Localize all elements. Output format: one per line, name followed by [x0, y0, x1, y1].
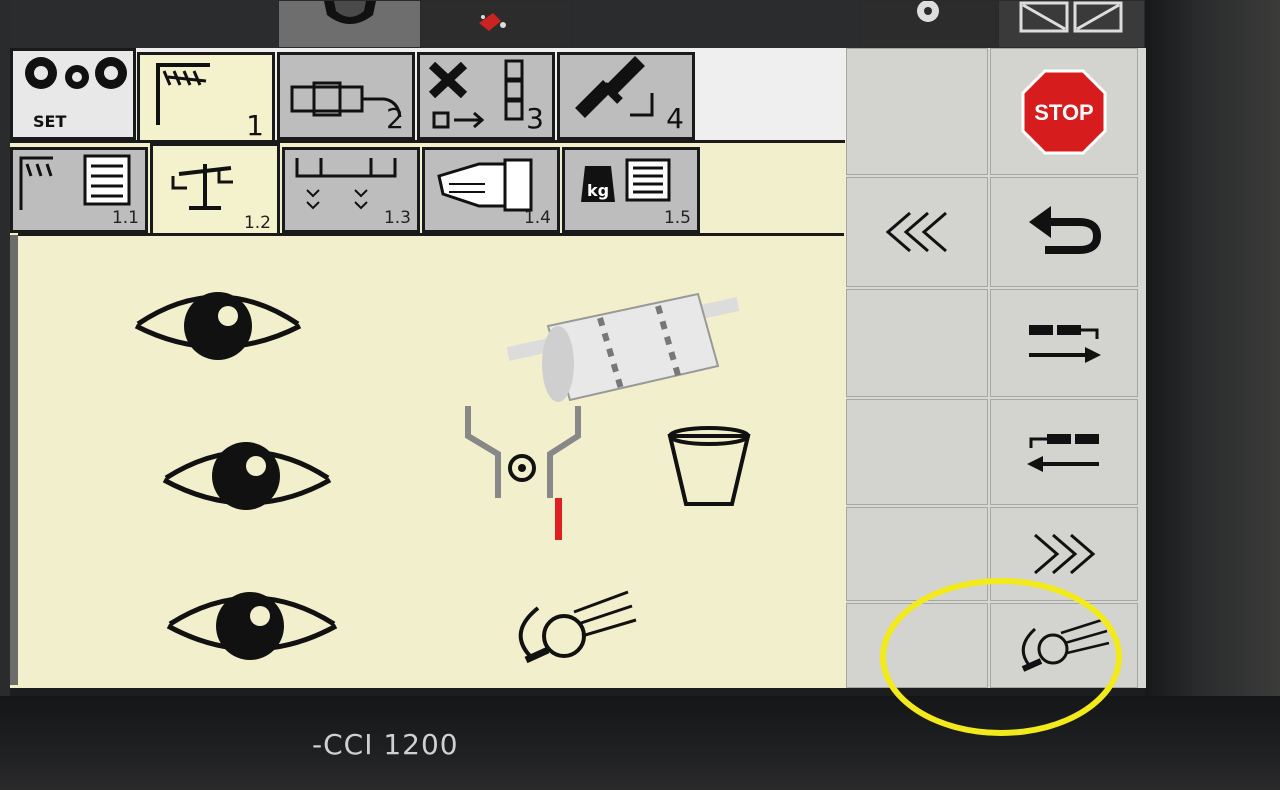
main-tab-bar: SET 1 2 3 4: [10, 48, 848, 144]
calibrate-spinner-icon[interactable]: [518, 590, 637, 664]
content-icons: [134, 292, 751, 664]
subtab-weight[interactable]: kg 1.5: [562, 147, 700, 233]
subtab-crop-list[interactable]: 1.1: [10, 147, 148, 233]
tab-set[interactable]: SET: [10, 48, 136, 140]
photo-left-edge: [10, 235, 18, 685]
shift-left-button[interactable]: [990, 399, 1138, 505]
tab-gps-number: 4: [666, 102, 684, 135]
subtab-bins[interactable]: 1.3: [282, 147, 420, 233]
tab-sensor-number: 2: [386, 102, 404, 135]
subtab-manual[interactable]: 1.4: [422, 147, 560, 233]
kg-label: kg: [587, 181, 609, 200]
tab-crop[interactable]: 1: [137, 52, 275, 144]
tab-crop-number: 1: [246, 109, 264, 142]
rewind-button[interactable]: [846, 177, 988, 287]
screens-icon: [1019, 1, 1123, 33]
subtab-scale-number: 1.2: [243, 213, 271, 233]
photo-bezel-left: [0, 0, 10, 790]
tab-sensor[interactable]: 2: [277, 52, 415, 140]
home-icon: [324, 1, 376, 24]
content-area: [18, 233, 844, 685]
shift-right-icon: [1029, 325, 1101, 363]
hopper-gear-icon[interactable]: [465, 406, 581, 540]
subtab-crop-list-number: 1.1: [111, 208, 139, 228]
scale-icon: [171, 164, 233, 210]
shift-left-icon: [1027, 434, 1099, 472]
settings-gears-icon: [25, 57, 127, 89]
device-model-label: -CCI 1200: [312, 728, 459, 761]
stop-icon: STOP: [1021, 69, 1107, 154]
stop-button[interactable]: STOP: [990, 48, 1138, 175]
forward-icon: [1034, 533, 1096, 575]
tab-tools-number: 3: [526, 102, 544, 135]
eye-icon[interactable]: [134, 292, 302, 360]
rewind-icon: [885, 211, 947, 253]
eye-icon[interactable]: [162, 442, 332, 510]
roller-icon[interactable]: [506, 292, 740, 402]
sub-tab-bar: 1.1 1.2 1.3 1.4 kg 1.5: [10, 140, 845, 235]
softkey-empty-3[interactable]: [846, 399, 988, 505]
tab-set-label: SET: [33, 112, 67, 131]
stop-label: STOP: [1034, 100, 1094, 125]
tool-off-icon: [479, 13, 506, 31]
subtab-scale[interactable]: 1.2: [150, 143, 280, 235]
top-screens-button[interactable]: [998, 0, 1145, 48]
top-settings-button[interactable]: [860, 0, 997, 48]
subtab-bins-number: 1.3: [383, 208, 411, 228]
softkey-empty-1[interactable]: [846, 48, 988, 175]
softkey-empty-2[interactable]: [846, 289, 988, 397]
eye-icon[interactable]: [166, 592, 338, 660]
shift-right-button[interactable]: [990, 289, 1138, 397]
highlight-ring: [880, 578, 1122, 736]
subtab-manual-number: 1.4: [523, 208, 551, 228]
cup-icon[interactable]: [667, 426, 751, 506]
gear-icon: [917, 0, 939, 22]
back-arrow-icon: [1029, 206, 1102, 254]
tab-tools[interactable]: 3: [417, 52, 555, 140]
tab-gps[interactable]: 4: [557, 52, 695, 140]
top-tool-button[interactable]: [420, 0, 572, 48]
top-home-button[interactable]: [278, 0, 422, 48]
photo-bezel-right: [1145, 0, 1280, 790]
back-button[interactable]: [990, 177, 1138, 287]
subtab-weight-number: 1.5: [663, 208, 691, 228]
